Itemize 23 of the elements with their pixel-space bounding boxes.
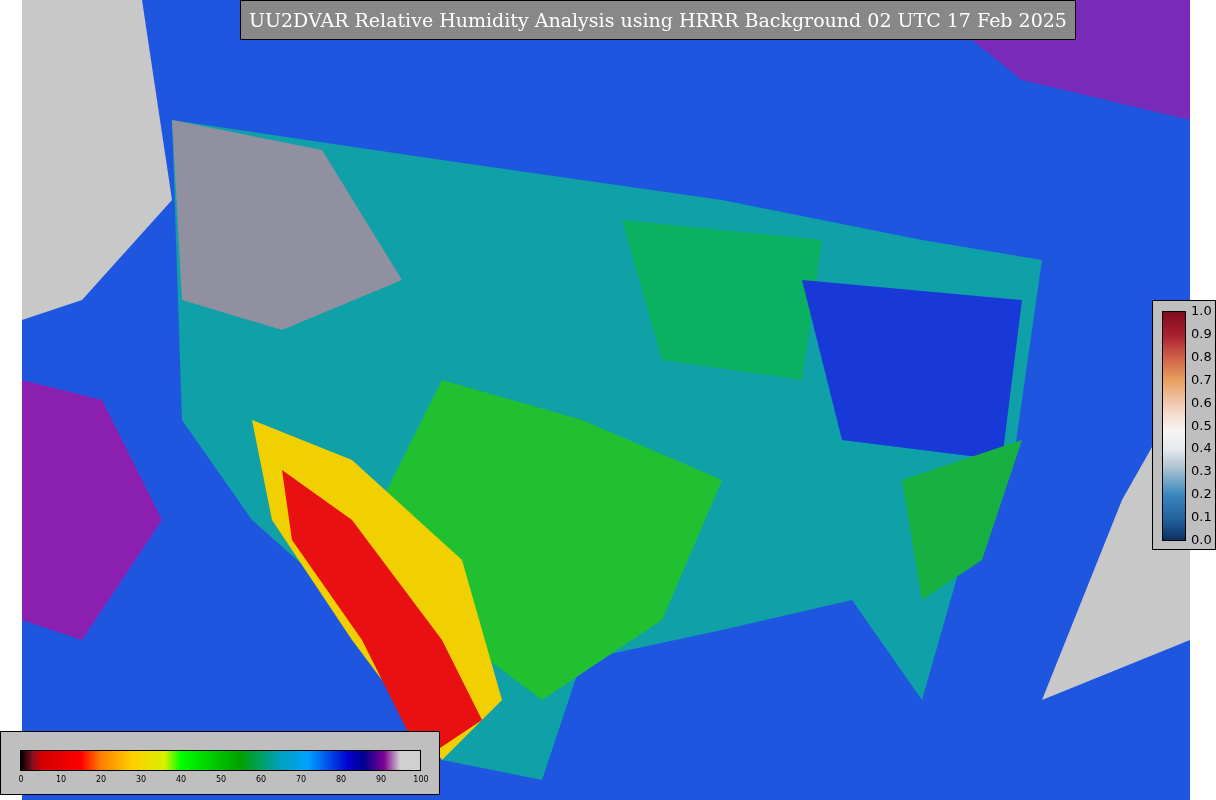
colorbar-tick-label: 20 xyxy=(95,775,107,785)
colorbar-tick-label: 0.9 xyxy=(1191,326,1212,341)
colorbar-tick-label: 1.0 xyxy=(1191,304,1212,318)
colorbar-tick-label: 0.1 xyxy=(1191,510,1212,525)
colorbar-tick-label: 100 xyxy=(413,775,429,785)
colorbar-tick-label: 0.4 xyxy=(1191,441,1212,456)
colorbar-tick-label: 40 xyxy=(175,775,187,785)
colorbar-tick-label: 0 xyxy=(18,775,24,785)
colorbar-tick-label: 30 xyxy=(135,775,147,785)
map-title: UU2DVAR Relative Humidity Analysis using HRRR Background 02 UTC 17 Feb 2025 xyxy=(240,0,1076,40)
colorbar-tick-label: 10 xyxy=(55,775,67,785)
colorbar-tick-label: 0.8 xyxy=(1191,349,1212,364)
colorbar-tick-label: 70 xyxy=(295,775,307,785)
colorbar-tick-label: 0.0 xyxy=(1191,533,1212,547)
colorbar-tick-label: 0.6 xyxy=(1191,395,1212,410)
colorbar-tick-label: 50 xyxy=(215,775,227,785)
colorbar-tick-label: 0.2 xyxy=(1191,487,1212,502)
colorbar-tick-label: 0.5 xyxy=(1191,418,1212,433)
colorbar-tick-label: 0.3 xyxy=(1191,464,1212,479)
colorbar-tick-label: 0.7 xyxy=(1191,372,1212,387)
colorbar-tick-label: 80 xyxy=(335,775,347,785)
colorbar-tick-label: 60 xyxy=(255,775,267,785)
colorbar-tick-label: 90 xyxy=(375,775,387,785)
